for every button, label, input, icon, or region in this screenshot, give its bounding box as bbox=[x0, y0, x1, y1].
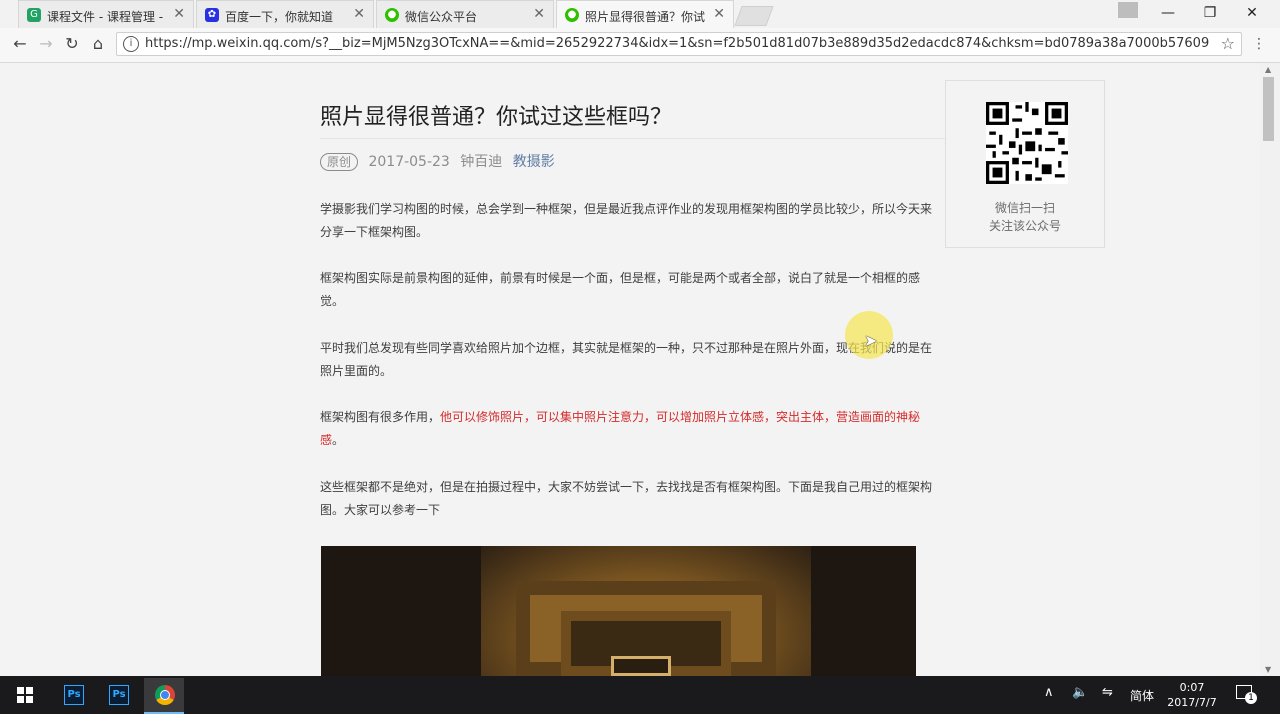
author-name: 钟百迪 bbox=[460, 154, 503, 170]
paragraph-2: 框架构图实际是前景构图的延伸，前景有时候是一个面，但是框，可能是两个或者全部，说… bbox=[320, 271, 921, 308]
tab-title: 课程文件 - 课程管理 - 模 bbox=[47, 10, 167, 24]
qr-code-panel: 微信扫一扫 关注该公众号 bbox=[945, 80, 1105, 248]
network-icon[interactable]: ⇋ bbox=[1102, 685, 1113, 700]
forward-arrow-icon[interactable]: → bbox=[36, 34, 56, 54]
profile-icon[interactable] bbox=[1118, 2, 1138, 18]
wechat-icon: ● bbox=[385, 8, 399, 22]
paragraph-1: 学摄影我们学习构图的时候，总会学到一种框架，但是最近我点评作业的发现用框架构图的… bbox=[320, 202, 933, 239]
paragraph-4-suffix: 。 bbox=[332, 433, 345, 447]
qr-caption-1: 微信扫一扫 bbox=[994, 201, 1055, 215]
article-meta: 原创 2017-05-23 钟百迪 教摄影 bbox=[320, 151, 555, 171]
tab-title: 微信公众平台 bbox=[405, 10, 478, 24]
qr-caption-2: 关注该公众号 bbox=[988, 219, 1061, 233]
tab-baidu[interactable]: ✿ 百度一下，你就知道 ✕ bbox=[196, 0, 374, 28]
page-scrollbar[interactable]: ▲ ▼ bbox=[1260, 63, 1280, 676]
new-tab-button[interactable] bbox=[734, 6, 774, 26]
tray-expand-icon[interactable]: ∧ bbox=[1044, 685, 1054, 700]
clock-date: 2017/7/7 bbox=[1167, 696, 1217, 709]
article-photo bbox=[321, 546, 916, 676]
scroll-up-icon[interactable]: ▲ bbox=[1265, 65, 1271, 74]
windows-start-icon[interactable] bbox=[17, 687, 33, 703]
paragraph-4-prefix: 框架构图有很多作用， bbox=[320, 410, 441, 424]
tab-article[interactable]: ● 照片显得很普通？你试过 ✕ bbox=[556, 0, 734, 28]
volume-icon[interactable]: 🔈 bbox=[1072, 685, 1088, 700]
title-divider bbox=[320, 138, 945, 139]
url-text[interactable]: https://mp.weixin.qq.com/s?__biz=MjM5Nzg… bbox=[145, 36, 1210, 51]
original-badge: 原创 bbox=[320, 153, 359, 171]
chrome-menu-icon[interactable]: ⋮ bbox=[1252, 36, 1266, 52]
ime-indicator[interactable]: 简体 bbox=[1130, 687, 1154, 704]
paragraph-4: 框架构图有很多作用，他可以修饰照片，可以集中照片注意力，可以增加照片立体感，突出… bbox=[320, 406, 935, 452]
clock-time: 0:07 bbox=[1179, 681, 1205, 694]
course-favicon-icon: G bbox=[27, 8, 41, 22]
article-title: 照片显得很普通？你试过这些框吗？ bbox=[320, 105, 673, 130]
photoshop-icon: Ps bbox=[109, 685, 129, 705]
paragraph-5: 这些框架都不是绝对，但是在拍摄过程中，大家不妨尝试一下，去找找是否有框架构图。下… bbox=[320, 480, 933, 517]
scroll-down-icon[interactable]: ▼ bbox=[1265, 665, 1271, 674]
tab-wechat-platform[interactable]: ● 微信公众平台 ✕ bbox=[376, 0, 554, 28]
photoshop-taskbar-button-2[interactable]: Ps bbox=[99, 678, 139, 714]
home-icon[interactable]: ⌂ bbox=[88, 34, 108, 54]
info-icon[interactable]: i bbox=[123, 36, 139, 52]
wechat-icon: ● bbox=[565, 8, 579, 22]
scrollbar-thumb[interactable] bbox=[1263, 77, 1274, 141]
tab-course-files[interactable]: G 课程文件 - 课程管理 - 模 ✕ bbox=[18, 0, 194, 28]
photoshop-taskbar-button[interactable]: Ps bbox=[54, 678, 94, 714]
address-bar[interactable]: i https://mp.weixin.qq.com/s?__biz=MjM5N… bbox=[116, 32, 1242, 56]
close-window-button[interactable]: ✕ bbox=[1238, 2, 1266, 24]
chrome-icon bbox=[155, 685, 175, 705]
paragraph-3: 平时我们总发现有些同学喜欢给照片加个边框，其实就是框架的一种，只不过那种是在照片… bbox=[320, 341, 933, 378]
browser-toolbar: ← → ↻ ⌂ i https://mp.weixin.qq.com/s?__b… bbox=[0, 28, 1280, 63]
tab-close-icon[interactable]: ✕ bbox=[173, 6, 185, 22]
qr-code-image bbox=[986, 102, 1068, 184]
minimize-button[interactable]: — bbox=[1154, 2, 1182, 24]
tab-title: 百度一下，你就知道 bbox=[225, 10, 334, 24]
mouse-cursor-icon: ➤ bbox=[864, 331, 878, 350]
baidu-paw-icon: ✿ bbox=[205, 8, 219, 22]
chrome-taskbar-button[interactable] bbox=[144, 678, 184, 714]
back-arrow-icon[interactable]: ← bbox=[10, 34, 30, 54]
tab-close-icon[interactable]: ✕ bbox=[353, 6, 365, 22]
restore-button[interactable]: ❐ bbox=[1196, 2, 1224, 24]
account-link[interactable]: 教摄影 bbox=[513, 154, 555, 170]
notification-count: 1 bbox=[1245, 692, 1257, 704]
reload-icon[interactable]: ↻ bbox=[62, 34, 82, 54]
windows-taskbar: Ps Ps ∧ 🔈 ⇋ 简体 0:07 2017/7/7 1 bbox=[0, 676, 1280, 714]
photo-frame-far bbox=[611, 656, 671, 676]
publish-date: 2017-05-23 bbox=[368, 154, 450, 170]
page-content: 照片显得很普通？你试过这些框吗？ 原创 2017-05-23 钟百迪 教摄影 学… bbox=[0, 63, 1260, 676]
bookmark-star-icon[interactable]: ☆ bbox=[1221, 34, 1235, 53]
system-clock[interactable]: 0:07 2017/7/7 bbox=[1166, 680, 1218, 710]
tab-close-icon[interactable]: ✕ bbox=[533, 6, 545, 22]
photoshop-icon: Ps bbox=[64, 685, 84, 705]
tab-strip: G 课程文件 - 课程管理 - 模 ✕ ✿ 百度一下，你就知道 ✕ ● 微信公众… bbox=[0, 0, 1280, 28]
tab-title: 照片显得很普通？你试过 bbox=[585, 10, 705, 24]
action-center-icon[interactable]: 1 bbox=[1236, 685, 1257, 704]
tab-close-icon[interactable]: ✕ bbox=[713, 6, 725, 22]
